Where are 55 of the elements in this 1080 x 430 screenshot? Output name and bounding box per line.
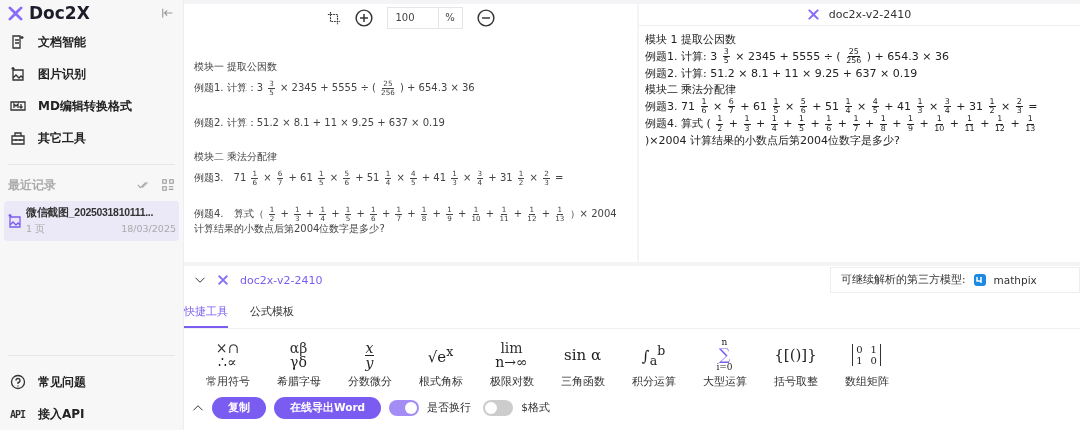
grid-icon xyxy=(161,178,175,192)
mathpix-logo-icon xyxy=(973,274,986,286)
third-party-model-box[interactable]: 可继续解析的第三方模型: mathpix xyxy=(830,267,1080,293)
toggle-label: $格式 xyxy=(521,401,550,415)
formula-tool[interactable]: √e$^{x}$ 根式角标 xyxy=(405,339,476,389)
document-line: 例题2. 计算：51.2 × 8.1 + 11 × 9.25 + 637 × 0.19 xyxy=(194,116,446,131)
toggle-switch[interactable] xyxy=(389,400,420,416)
tab[interactable]: 公式模板 xyxy=(250,300,294,328)
zoom-out-icon xyxy=(476,9,495,27)
action-button[interactable]: 在线导出Word xyxy=(274,397,382,419)
formula-tool[interactable]: lim n→∞ 极限对数 xyxy=(476,339,547,389)
markdown-icon xyxy=(10,98,26,114)
tab[interactable]: 快捷工具 xyxy=(184,300,228,328)
image-sparkle-icon xyxy=(7,213,23,229)
api-label: API xyxy=(10,408,26,420)
zoom-in-icon xyxy=(354,9,373,27)
nav-item[interactable]: 图片识别 xyxy=(8,58,175,90)
document-sparkle-icon xyxy=(10,34,26,50)
help-icon xyxy=(10,374,26,390)
document-line: 模块二 乘法分配律 xyxy=(194,150,279,165)
preview-line: 例题2. 计算: 51.2 × 8.1 + 11 × 9.25 + 637 × 0.19 xyxy=(645,65,919,82)
nav-item[interactable]: API 接入API xyxy=(8,398,175,430)
nav-item[interactable]: 文档智能 xyxy=(8,26,175,58)
logo-icon xyxy=(8,5,23,21)
action-button[interactable]: 复制 xyxy=(212,397,266,419)
section-title: 最近记录 xyxy=(8,176,57,194)
nav-item[interactable]: 常见问题 xyxy=(8,366,175,398)
nav-item[interactable]: 其它工具 xyxy=(8,122,175,154)
formula-tool[interactable]: n ∑ i=0 大型运算 xyxy=(689,339,760,389)
toggle-switch[interactable] xyxy=(483,400,514,416)
formula-tool[interactable]: sin α 三角函数 xyxy=(547,339,618,389)
recent-record[interactable]: 微信截图_2025031810111... 1 页 18/03/2025 xyxy=(4,201,179,241)
image-sparkle-icon xyxy=(10,66,26,82)
brand-name: Doc2X xyxy=(29,3,91,23)
formula-tool[interactable]: 0 1 1 0 数组矩阵 xyxy=(831,339,902,389)
toggle-label: 是否换行 xyxy=(427,401,472,415)
zoom-field[interactable]: 100 % xyxy=(386,7,463,29)
toolbox-icon xyxy=(10,130,26,146)
formula-tool[interactable]: ×∩ ∴∝ 常用符号 xyxy=(192,339,263,389)
formula-tool[interactable]: x y 分数微分 xyxy=(334,339,405,389)
formula-tool[interactable]: {[()]} 括号取整 xyxy=(760,339,831,389)
crop-icon xyxy=(326,11,341,25)
formula-tool[interactable]: αβ γδ 希腊字母 xyxy=(263,339,334,389)
logo-icon xyxy=(807,9,819,20)
model-name: doc2x-v2-2410 xyxy=(828,8,912,21)
record-date: 18/03/2025 xyxy=(121,223,176,236)
record-name: 微信截图_2025031810111... xyxy=(26,206,155,220)
preview-line: 模块 1 提取公因数 xyxy=(645,32,737,48)
collapse-sidebar-icon xyxy=(161,6,175,20)
preview-line: 模块二 乘法分配律 xyxy=(645,81,738,98)
logo-icon xyxy=(218,275,228,285)
model-name[interactable]: doc2x-v2-2410 xyxy=(240,273,818,287)
nav-item[interactable]: MD编辑转换格式 xyxy=(8,90,175,122)
record-pages: 1 页 xyxy=(26,223,46,236)
document-line: 模块一 提取公因数 xyxy=(194,60,279,74)
